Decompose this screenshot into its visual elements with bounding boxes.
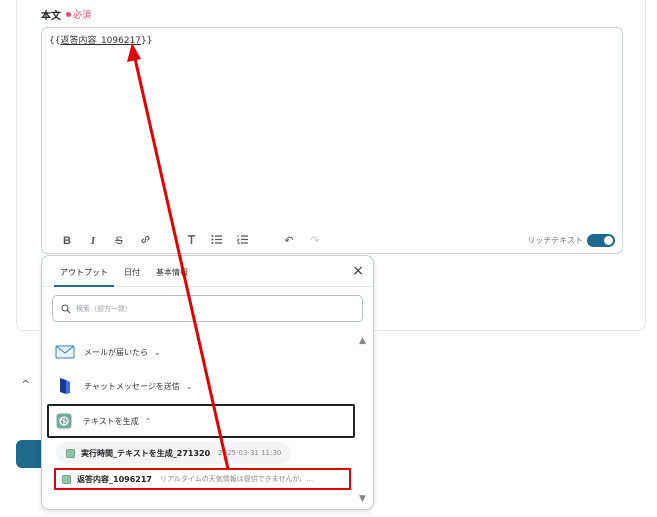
ai-icon [53, 410, 75, 432]
output-item-icon [62, 474, 71, 484]
numbered-list-button[interactable] [230, 234, 256, 248]
output-item-value: 2025-03-31 11:30 [218, 449, 282, 457]
body-field-label: 本文 必須 [41, 7, 91, 22]
chat-app-icon [54, 375, 76, 397]
group-send-chat-message[interactable]: チャットメッセージを送信 ⌄ [50, 369, 356, 403]
output-item-value: リアルタイムの天気情報は提供できませんが、... [159, 475, 314, 483]
scroll-up-icon[interactable]: ▲ [359, 336, 366, 346]
strikethrough-button[interactable]: S [106, 235, 132, 247]
group-generate-text[interactable]: テキストを生成 ⌃ [47, 404, 355, 438]
output-tabs: アウトプット 日付 基本情報 [42, 256, 373, 287]
output-picker-panel: アウトプット 日付 基本情報 × メールが届いたら ⌄ チャットメッセージを送信… [41, 255, 374, 510]
output-item-icon [66, 448, 75, 458]
scroll-down-icon[interactable]: ▼ [359, 494, 366, 504]
text-size-button[interactable] [178, 234, 204, 248]
numbered-list-icon [236, 234, 248, 244]
panel-scrollbar[interactable]: ▲ ▼ [359, 336, 369, 506]
tab-basic-info[interactable]: 基本情報 [148, 267, 196, 286]
link-button[interactable] [132, 234, 158, 248]
search-field[interactable] [52, 295, 363, 322]
close-icon[interactable]: × [352, 263, 364, 279]
output-item-reply-content[interactable]: 返答内容_1096217 リアルタイムの天気情報は提供できませんが、... [54, 468, 351, 490]
bullet-list-icon [211, 234, 222, 244]
rich-text-toggle[interactable] [587, 234, 615, 247]
italic-button[interactable]: I [80, 235, 106, 247]
var-open-brace: {{ [49, 36, 61, 46]
chevron-up-icon[interactable]: ^ [21, 378, 30, 391]
tab-date[interactable]: 日付 [116, 267, 148, 286]
tab-output[interactable]: アウトプット [52, 267, 116, 287]
redo-button[interactable]: ↷ [302, 234, 328, 247]
search-input[interactable] [76, 304, 346, 313]
output-item-name: 実行時間_テキストを生成_271320 [81, 448, 211, 458]
chevron-down-icon: ⌄ [185, 381, 193, 391]
chevron-down-icon: ⌄ [154, 347, 161, 357]
group-label: テキストを生成 [83, 416, 139, 426]
var-close-brace: }} [141, 36, 153, 46]
group-label: チャットメッセージを送信 [84, 381, 180, 391]
required-dot [66, 12, 71, 17]
variable-token: 返答内容_1096217 [60, 36, 142, 46]
output-item-exec-time[interactable]: 実行時間_テキストを生成_271320 2025-03-31 11:30 [56, 442, 292, 464]
required-badge: 必須 [73, 11, 92, 21]
bold-button[interactable]: B [54, 235, 80, 247]
group-mail-received[interactable]: メールが届いたら ⌄ [50, 335, 356, 369]
undo-button[interactable]: ↶ [276, 234, 302, 247]
link-icon [140, 235, 150, 243]
text-size-icon [187, 234, 195, 244]
chevron-up-icon: ⌃ [144, 416, 152, 426]
search-icon [61, 303, 71, 313]
body-editor[interactable]: {{返答内容_1096217}} B I S ↶ ↷ リッチテキスト [41, 27, 623, 254]
group-label: メールが届いたら [84, 347, 148, 357]
mail-icon [54, 341, 76, 363]
rich-text-label: リッチテキスト [527, 236, 583, 245]
editor-content[interactable]: {{返答内容_1096217}} [49, 33, 153, 46]
body-label-text: 本文 [41, 11, 61, 22]
output-item-name: 返答内容_1096217 [77, 474, 152, 484]
rich-text-toggle-group: リッチテキスト [527, 234, 615, 247]
bullet-list-button[interactable] [204, 234, 230, 248]
